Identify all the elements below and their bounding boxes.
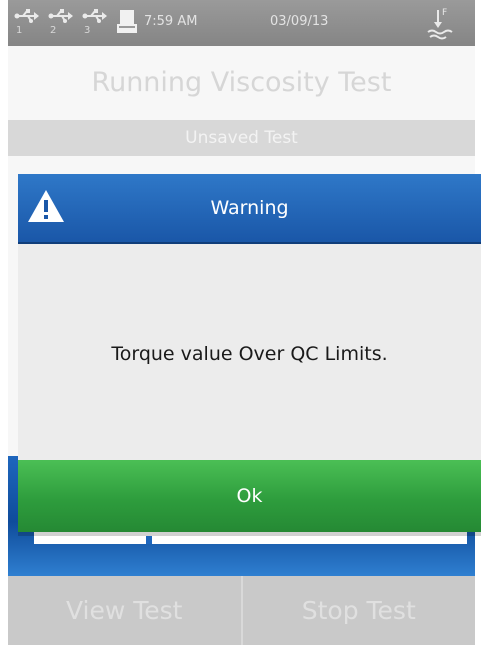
view-test-button[interactable]: View Test <box>8 576 241 645</box>
warning-dialog-body: Torque value Over QC Limits. <box>18 244 481 460</box>
usb-icon <box>82 9 107 23</box>
test-status-label: Unsaved Test <box>8 120 475 156</box>
clock-date: 03/09/13 <box>270 14 329 29</box>
ok-button[interactable]: Ok <box>18 460 481 532</box>
usb-port-number: 2 <box>50 25 57 36</box>
usb-icon <box>14 9 39 23</box>
dialog-title: Warning <box>210 197 289 219</box>
printer-icon <box>116 9 138 39</box>
usb-1-icon: 1 <box>14 8 42 38</box>
dialog-message: Torque value Over QC Limits. <box>111 343 388 365</box>
warning-dialog-header: Warning <box>18 174 481 244</box>
dialog-shadow <box>18 532 481 536</box>
app-title: Running Viscosity Test <box>8 46 475 120</box>
usb-3-icon: 3 <box>82 8 110 38</box>
usb-port-number: 1 <box>16 25 23 36</box>
usb-2-icon: 2 <box>48 8 76 38</box>
temperature-probe-icon: F <box>426 6 456 44</box>
stop-test-button[interactable]: Stop Test <box>243 576 476 645</box>
status-bar: 1 2 3 7:59 AM 03/09/13 F <box>8 0 475 46</box>
usb-port-number: 3 <box>84 25 91 36</box>
svg-text:F: F <box>442 8 447 18</box>
clock-time: 7:59 AM <box>144 14 198 29</box>
usb-icon <box>48 9 73 23</box>
progress-indicator <box>146 536 152 544</box>
bottom-toolbar: View Test Stop Test <box>8 576 475 645</box>
